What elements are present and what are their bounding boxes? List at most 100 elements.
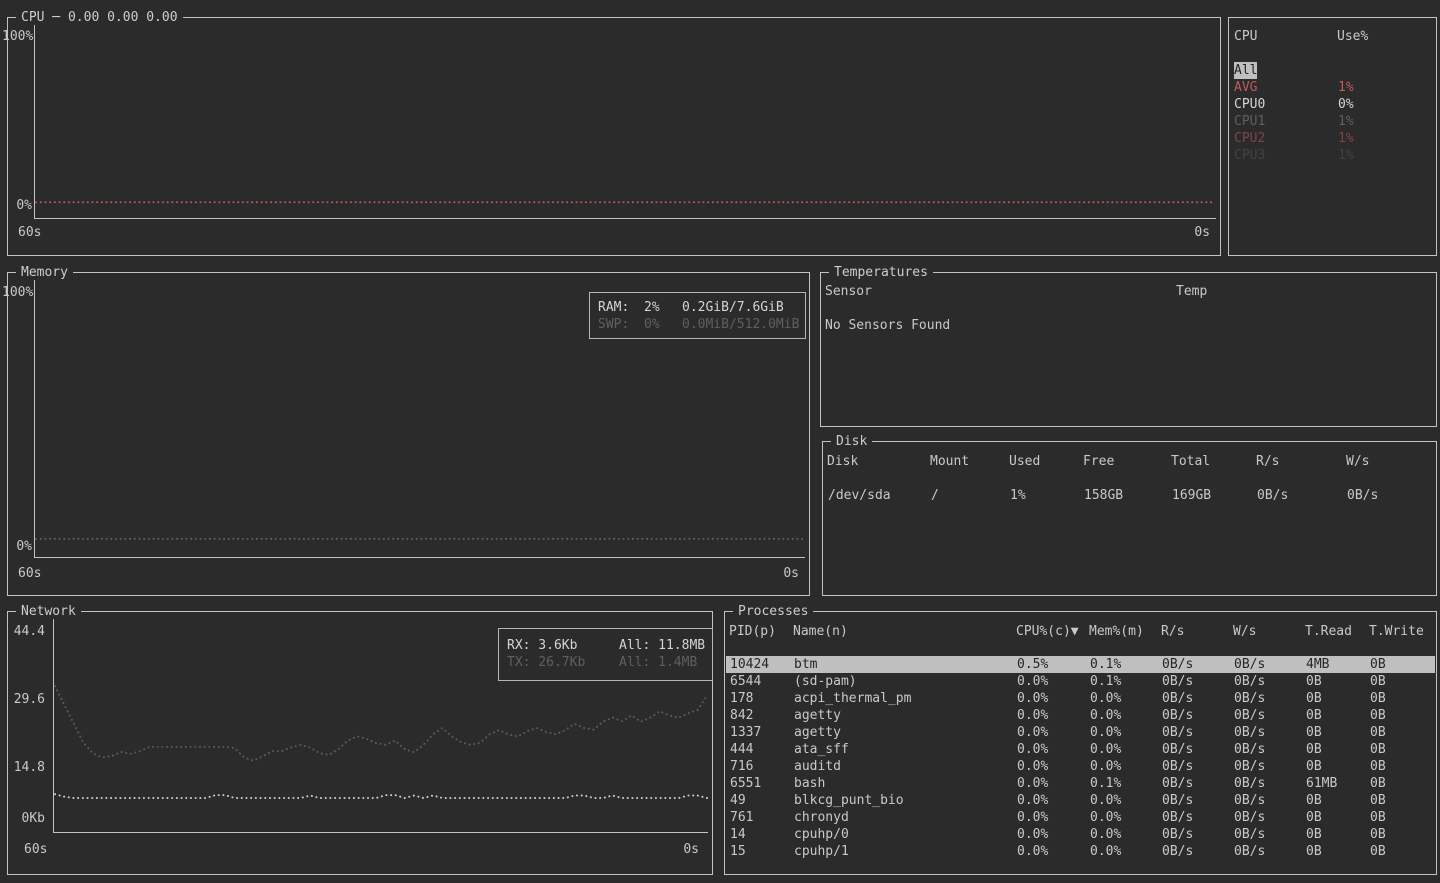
cell-name: cpuhp/0 [794, 826, 849, 843]
disk-row[interactable]: /dev/sda/1%158GB169GB0B/s0B/s [824, 487, 1435, 504]
process-header-mem-percent[interactable]: Mem%(m) [1089, 623, 1144, 640]
swp-amount: 0.0MiB/512.0MiB [682, 316, 799, 333]
cell-read-per-sec: 0B/s [1162, 792, 1193, 809]
process-header-read-per-sec[interactable]: R/s [1161, 623, 1184, 640]
cell-mount: / [931, 487, 939, 504]
cell-cpu-percent: 0.0% [1017, 690, 1048, 707]
cell-write-per-sec: 0B/s [1234, 690, 1265, 707]
process-row[interactable]: 1337agetty0.0%0.0%0B/s0B/s0B0B [726, 724, 1435, 741]
process-header-cpu-percent[interactable]: CPU%(c)▼ [1016, 623, 1079, 640]
network-ytick-444: 44.4 [11, 623, 45, 640]
cell-total-read: 0B [1306, 690, 1322, 707]
temperatures-header-sensor[interactable]: Sensor [825, 283, 872, 300]
disk-header-write-per-sec[interactable]: W/s [1346, 453, 1369, 470]
disk-header-read-per-sec[interactable]: R/s [1256, 453, 1279, 470]
cell-total-write: 0B [1370, 775, 1386, 792]
temperatures-panel: Temperatures Sensor Temp No Sensors Foun… [820, 272, 1437, 427]
cpu-legend-row[interactable]: CPU2 1% [1230, 130, 1435, 147]
cell-name: acpi_thermal_pm [794, 690, 911, 707]
cpu-legend-header-cpu[interactable]: CPU [1234, 28, 1257, 45]
cell-name: agetty [794, 724, 841, 741]
process-row[interactable]: 178acpi_thermal_pm0.0%0.0%0B/s0B/s0B0B [726, 690, 1435, 707]
cpu-entry-use-percent: 1% [1338, 79, 1354, 96]
cell-pid: 6551 [730, 775, 761, 792]
process-header-pid[interactable]: PID(p) [729, 623, 776, 640]
cell-mem-percent: 0.1% [1090, 673, 1121, 690]
cpu-panel-title: CPU ─ 0.00 0.00 0.00 [16, 9, 183, 26]
cell-total-read: 0B [1306, 741, 1322, 758]
process-row[interactable]: 444ata_sff0.0%0.0%0B/s0B/s0B0B [726, 741, 1435, 758]
cell-cpu-percent: 0.0% [1017, 809, 1048, 826]
cpu-legend-header-use[interactable]: Use% [1337, 28, 1368, 45]
cell-pid: 178 [730, 690, 753, 707]
network-series-tx [55, 686, 707, 761]
disk-header-mount[interactable]: Mount [930, 453, 969, 470]
process-row[interactable]: 15cpuhp/10.0%0.0%0B/s0B/s0B0B [726, 843, 1435, 860]
cell-total-read: 0B [1306, 724, 1322, 741]
tx-total: All: 1.4MB [619, 654, 697, 671]
cell-pid: 14 [730, 826, 746, 843]
cell-name: ata_sff [794, 741, 849, 758]
cell-mem-percent: 0.0% [1090, 809, 1121, 826]
process-row[interactable]: 14cpuhp/00.0%0.0%0B/s0B/s0B0B [726, 826, 1435, 843]
cell-total-read: 4MB [1306, 656, 1329, 673]
process-row[interactable]: 49blkcg_punt_bio0.0%0.0%0B/s0B/s0B0B [726, 792, 1435, 809]
cell-mem-percent: 0.0% [1090, 843, 1121, 860]
cpu-legend-row[interactable]: All [1230, 62, 1435, 79]
process-row[interactable]: 716auditd0.0%0.0%0B/s0B/s0B0B [726, 758, 1435, 775]
network-xtick-0s: 0s [683, 841, 699, 858]
network-panel: Network 44.4 29.6 14.8 0Kb 60s 0s RX: 3.… [7, 611, 713, 875]
process-header-name[interactable]: Name(n) [793, 623, 848, 640]
cpu-entry-name: AVG [1234, 79, 1257, 96]
process-header-write-per-sec[interactable]: W/s [1233, 623, 1256, 640]
cell-read-per-sec: 0B/s [1162, 843, 1193, 860]
cpu-legend-row[interactable]: CPU31% [1230, 147, 1435, 164]
cell-pid: 1337 [730, 724, 761, 741]
memory-legend-ram: RAM: 2% 0.2GiB/7.6GiB [590, 299, 805, 316]
cell-total-write: 0B [1370, 656, 1386, 673]
process-header-total-write[interactable]: T.Write [1369, 623, 1424, 640]
process-row[interactable]: 842agetty0.0%0.0%0B/s0B/s0B0B [726, 707, 1435, 724]
process-row[interactable]: 761chronyd0.0%0.0%0B/s0B/s0B0B [726, 809, 1435, 826]
cell-write-per-sec: 0B/s [1234, 656, 1265, 673]
process-row[interactable]: 6551bash0.0%0.1%0B/s0B/s61MB0B [726, 775, 1435, 792]
cpu-legend-row[interactable]: AVG 1% [1230, 79, 1435, 96]
cell-total: 169GB [1172, 487, 1211, 504]
cpu-entry-use-percent: 1% [1338, 130, 1354, 147]
disk-header-total[interactable]: Total [1171, 453, 1210, 470]
temperatures-header-temp[interactable]: Temp [1176, 283, 1207, 300]
cpu-legend-row[interactable]: CPU00% [1230, 96, 1435, 113]
cell-name: btm [794, 656, 817, 673]
cell-mem-percent: 0.0% [1090, 690, 1121, 707]
disk-header-used[interactable]: Used [1009, 453, 1040, 470]
cpu-entry-name: CPU2 [1234, 130, 1265, 147]
cell-pid: 6544 [730, 673, 761, 690]
cell-write-per-sec: 0B/s [1347, 487, 1378, 504]
disk-header-free[interactable]: Free [1083, 453, 1114, 470]
cell-cpu-percent: 0.5% [1017, 656, 1048, 673]
cell-name: bash [794, 775, 825, 792]
process-header-total-read[interactable]: T.Read [1305, 623, 1352, 640]
disk-header-disk[interactable]: Disk [827, 453, 858, 470]
cell-total-write: 0B [1370, 809, 1386, 826]
cell-total-write: 0B [1370, 724, 1386, 741]
cell-pid: 444 [730, 741, 753, 758]
cell-pid: 15 [730, 843, 746, 860]
cpu-xtick-0s: 0s [1194, 224, 1210, 241]
temperatures-empty-message: No Sensors Found [825, 317, 950, 334]
process-row[interactable]: 6544(sd-pam)0.0%0.1%0B/s0B/s0B0B [726, 673, 1435, 690]
cell-name: (sd-pam) [794, 673, 857, 690]
cell-total-read: 61MB [1306, 775, 1337, 792]
cpu-legend-row[interactable]: CPU11% [1230, 113, 1435, 130]
disk-panel: Disk DiskMountUsedFreeTotalR/sW/s /dev/s… [822, 441, 1437, 596]
network-series-rx [55, 794, 707, 798]
rx-current: RX: 3.6Kb [507, 637, 577, 654]
process-row[interactable]: 10424btm0.5%0.1%0B/s0B/s4MB0B [726, 656, 1435, 673]
cpu-entry-use-percent: 1% [1338, 113, 1354, 130]
cell-write-per-sec: 0B/s [1234, 792, 1265, 809]
cell-read-per-sec: 0B/s [1162, 775, 1193, 792]
cell-mem-percent: 0.0% [1090, 724, 1121, 741]
cell-cpu-percent: 0.0% [1017, 792, 1048, 809]
cell-mem-percent: 0.0% [1090, 707, 1121, 724]
network-ytick-296: 29.6 [11, 691, 45, 708]
